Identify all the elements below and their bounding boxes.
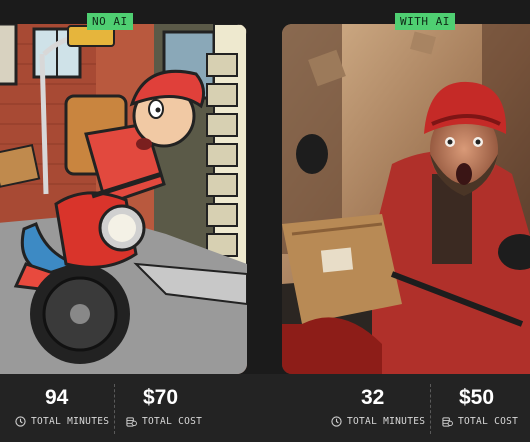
no-ai-minutes-stat: 94 TOTAL MINUTES [15,386,109,427]
no-ai-illustration [0,24,247,374]
stat-label: TOTAL MINUTES [347,416,426,427]
stat-label-row: TOTAL MINUTES [331,416,425,427]
coins-icon [126,417,137,427]
stat-divider [114,384,115,434]
stat-label: TOTAL COST [458,416,519,427]
with-ai-cost-stat: $50 TOTAL COST [442,386,518,427]
no-ai-cost-stat: $70 TOTAL COST [126,386,202,427]
with-ai-minutes-stat: 32 TOTAL MINUTES [331,386,425,427]
with-ai-tag: WITH AI [395,13,455,30]
coins-icon [442,417,453,427]
stat-label-row: TOTAL MINUTES [15,416,109,427]
stat-label: TOTAL COST [142,416,203,427]
clock-icon [15,416,26,427]
stats-strip: 94 TOTAL MINUTES $70 TOTAL COST 32 TOTAL… [0,374,530,442]
with-ai-illustration [282,24,530,374]
stat-divider [430,384,431,434]
clock-icon [331,416,342,427]
stat-label: TOTAL MINUTES [31,416,110,427]
stat-value: $50 [459,386,495,409]
stat-label-row: TOTAL COST [442,416,518,427]
no-ai-tag: NO AI [87,13,133,30]
stat-value: 32 [361,386,385,409]
stat-value: 94 [45,386,69,409]
stat-value: $70 [143,386,179,409]
stat-label-row: TOTAL COST [126,416,202,427]
